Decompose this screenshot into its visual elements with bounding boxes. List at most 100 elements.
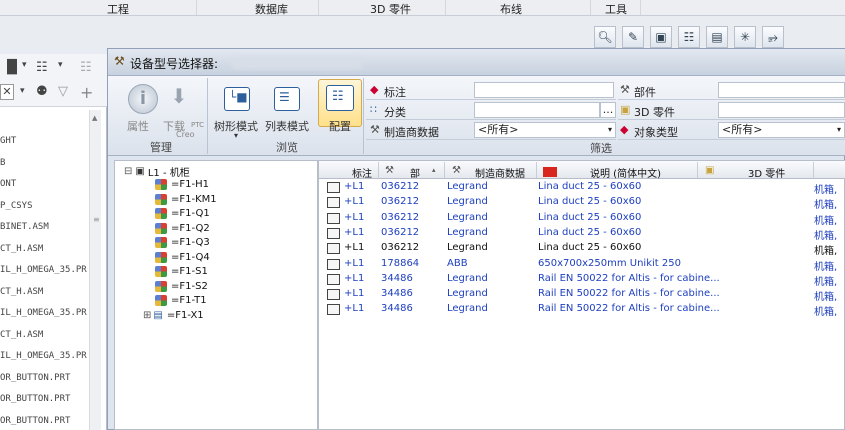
menu-tools[interactable]: 工具 [605, 1, 627, 17]
cell-mfr: Legrand [447, 303, 488, 315]
left-panel-item[interactable]: P_CSYS [0, 201, 33, 211]
menu-project[interactable]: 工程 [107, 1, 129, 17]
cell-desc: Lina duct 25 - 60x60 [538, 211, 642, 223]
tree-node-item[interactable]: =F1-S2 [155, 280, 208, 292]
tree-node-label: =F1-Q1 [171, 208, 210, 219]
save-icon[interactable]: ▤ [706, 26, 728, 48]
top-toolbar: 🔍︎ ✎ ▣ ☷ ▤ ✳ ⭈ [590, 26, 790, 48]
category-browse-button[interactable]: ... [600, 102, 616, 118]
menu-3d-part[interactable]: 3D 零件 [370, 1, 411, 17]
filter-input-category[interactable] [474, 102, 600, 118]
tree-node-item[interactable]: =F1-Q1 [155, 208, 210, 219]
cabinet-icon [327, 227, 340, 239]
filter-input-3d-part[interactable] [718, 102, 845, 118]
left-panel-scrollbar[interactable]: ▲ ≡ [89, 110, 101, 430]
cell-mfr: Legrand [447, 211, 488, 223]
menu-divider [445, 0, 446, 15]
tree-node-item[interactable]: =F1-Q2 [155, 222, 210, 234]
cell-cat: 机箱, [814, 230, 838, 242]
download-icon[interactable]: ⬇ [168, 84, 190, 112]
properties-button[interactable]: 属性 [127, 118, 149, 134]
connect-icon[interactable]: ⭈ [762, 26, 784, 48]
group-label-manage: 管理 [150, 141, 172, 154]
tree-node-label: =F1-KM1 [171, 193, 217, 205]
cube-icon [155, 295, 167, 306]
filter-row-tag: ◆ 标注 [366, 82, 616, 100]
list-view-icon[interactable]: ☰ [274, 87, 300, 111]
collapse-toggle-icon[interactable]: ⊟ [124, 166, 132, 177]
sort-arrow-icon[interactable]: ▴ [432, 166, 436, 174]
tree-node-item[interactable]: =F1-Q4 [155, 251, 210, 263]
tree-node-item[interactable]: =F1-KM1 [155, 193, 217, 205]
info-icon[interactable]: i [128, 84, 158, 114]
column-header-3d-part[interactable]: 3D 零件 [748, 165, 785, 180]
filter-icon[interactable]: ▽ [58, 84, 68, 99]
config-icon[interactable]: ☷ [326, 85, 354, 111]
menu-database[interactable]: 数据库 [255, 1, 288, 17]
zoom-icon[interactable]: 🔍︎ [594, 26, 616, 48]
sparkle-icon[interactable]: ✳ [734, 26, 756, 48]
tree-view-icon[interactable]: └■ [224, 87, 250, 111]
filter-label-part: 部件 [634, 86, 656, 99]
bar-chart-icon[interactable]: ▐▌ [2, 60, 22, 75]
tree-node-item[interactable]: =F1-T1 [155, 295, 207, 306]
column-header-description[interactable]: 说明 (简体中文) [590, 165, 661, 180]
object-type-select-value: <所有> [722, 123, 763, 136]
left-panel-item[interactable]: OR_BUTTON.PRT [0, 416, 70, 426]
left-panel-item[interactable]: IL_H_OMEGA_35.PR [0, 265, 87, 275]
cube-icon: ◆ [370, 83, 379, 96]
column-separator [697, 162, 698, 178]
close-icon[interactable]: ✕ [0, 84, 14, 100]
box-icon[interactable]: ▣ [650, 26, 672, 48]
left-panel-item[interactable]: BINET.ASM [0, 222, 49, 232]
left-panel-item[interactable]: IL_H_OMEGA_35.PR [0, 351, 87, 361]
document-icon[interactable]: ☷ [36, 60, 48, 75]
tree-node-item[interactable]: =F1-H1 [155, 179, 209, 190]
chevron-down-icon[interactable]: ▾ [234, 131, 238, 140]
left-panel-item[interactable]: CT_H.ASM [0, 330, 43, 340]
cell-part: 34486 [381, 288, 413, 300]
tree-node-item[interactable]: =F1-Q3 [155, 237, 210, 248]
config-button[interactable]: 配置 [329, 118, 351, 134]
left-panel-item[interactable]: IL_H_OMEGA_35.PR [0, 308, 87, 318]
tree-root[interactable]: ⊟ ▣ L1 - 机柜 [124, 164, 190, 179]
chevron-down-icon[interactable]: ▾ [58, 60, 63, 70]
edit-icon[interactable]: ✎ [622, 26, 644, 48]
cell-tag: +L1 [344, 242, 365, 254]
left-panel-item[interactable]: OR_BUTTON.PRT [0, 394, 70, 404]
filter-select-object-type[interactable]: <所有> ▾ [718, 122, 845, 138]
filter-input-tag[interactable] [474, 82, 614, 98]
chevron-down-icon[interactable]: ▾ [20, 86, 25, 96]
left-panel-item[interactable]: CT_H.ASM [0, 287, 43, 297]
filter-select-manufacturer[interactable]: <所有> ▾ [474, 122, 616, 138]
tree-node-item[interactable]: ⊞ ▤ =F1-X1 [143, 310, 204, 321]
left-panel-item[interactable]: GHT [0, 136, 16, 146]
left-panel-item[interactable]: CT_H.ASM [0, 244, 43, 254]
menu-routing[interactable]: 布线 [500, 1, 522, 17]
column-header-manufacturer[interactable]: 制造商数据 [475, 165, 525, 180]
expand-toggle-icon[interactable]: ⊞ [143, 310, 151, 321]
document-icon[interactable]: ☷ [678, 26, 700, 48]
column-header-part[interactable]: 部 [410, 165, 420, 180]
left-panel-item[interactable]: ONT [0, 179, 16, 189]
chevron-down-icon: ▾ [607, 125, 612, 134]
filter-input-part[interactable] [718, 82, 845, 98]
column-header-tag[interactable]: 标注 [352, 165, 372, 180]
list-mode-button[interactable]: 列表模式 [265, 118, 309, 134]
3d-part-icon: ▣ [705, 165, 715, 176]
binoculars-icon[interactable]: ⚉ [36, 84, 48, 99]
cell-part: 036212 [381, 211, 420, 223]
left-panel-item[interactable]: B [0, 158, 5, 168]
cabinet-icon [327, 182, 340, 193]
tree-node-item[interactable]: =F1-S1 [155, 266, 208, 277]
cell-part: 036212 [381, 242, 420, 254]
plus-icon[interactable]: + [80, 83, 93, 102]
filter-row-manufacturer: ⚒ 制造商数据 <所有> ▾ [366, 122, 616, 140]
left-panel-item[interactable]: OR_BUTTON.PRT [0, 373, 70, 383]
manufacturer-select-value: <所有> [478, 123, 519, 136]
grid-icon[interactable]: ☷ [80, 60, 92, 75]
chevron-down-icon[interactable]: ▾ [22, 60, 27, 70]
tree-node-label: =F1-H1 [171, 179, 209, 190]
cell-tag: +L1 [344, 211, 365, 223]
ptc-label: PTC [191, 121, 204, 129]
